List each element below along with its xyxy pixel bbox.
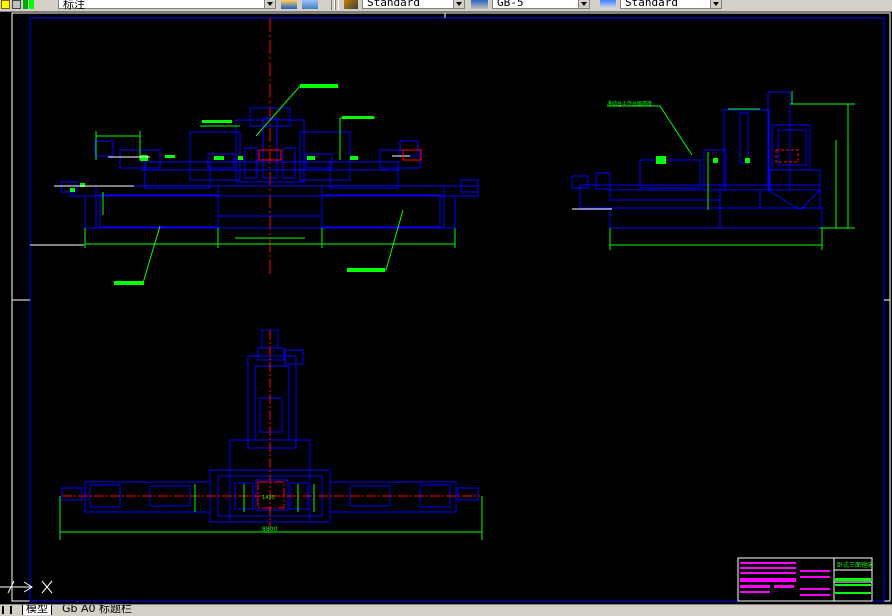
color-swatch-icon[interactable] [23, 0, 28, 9]
tab-model[interactable]: 模型 [22, 605, 52, 615]
plan-view-center-label: 1430 [262, 495, 275, 501]
multileader-style-value: Standard [625, 0, 678, 9]
text-style-value: 标注 [63, 0, 85, 11]
multileader-style-select[interactable]: Standard [620, 0, 722, 9]
layout-tab-bar: 模型 Gb A0 标题栏 [0, 604, 892, 616]
layer-icon[interactable] [1, 0, 10, 9]
styles-toolbar: 标注 Standard GB-5 Standard [0, 0, 892, 12]
dim-style-select[interactable]: Standard [362, 0, 465, 9]
layer-state-icon[interactable] [12, 0, 21, 9]
chevron-down-icon[interactable] [710, 0, 721, 8]
color-swatch-icon-2[interactable] [29, 0, 34, 9]
drawing-canvas[interactable]: 滑动台工作台面高度 8800 1430 卧式三面镗床 [0, 12, 892, 604]
toolbar-separator [335, 0, 339, 10]
multileader-style-icon[interactable] [600, 0, 616, 9]
side-view-note: 滑动台工作台面高度 [607, 100, 652, 107]
chevron-down-icon[interactable] [264, 0, 275, 8]
plan-view-overall-dimension: 8800 [262, 526, 277, 533]
table-style-icon[interactable] [471, 0, 488, 9]
chevron-down-icon[interactable] [578, 0, 589, 8]
chevron-down-icon[interactable] [453, 0, 464, 8]
layers-stack-icon[interactable] [281, 0, 297, 9]
tab-scroll-first-icon[interactable] [2, 606, 10, 614]
table-style-value: GB-5 [497, 0, 524, 9]
tab-layout-gb-a0[interactable]: Gb A0 标题栏 [62, 605, 132, 615]
tab-scroll-prev-icon[interactable] [10, 606, 18, 614]
text-style-select[interactable]: 标注 [58, 0, 276, 11]
dimension-style-icon[interactable] [344, 0, 358, 9]
table-style-select[interactable]: GB-5 [492, 0, 590, 9]
dim-style-value: Standard [367, 0, 420, 9]
title-block-drawing-name: 卧式三面镗床 [837, 561, 873, 569]
layer-previous-icon[interactable] [302, 0, 318, 9]
